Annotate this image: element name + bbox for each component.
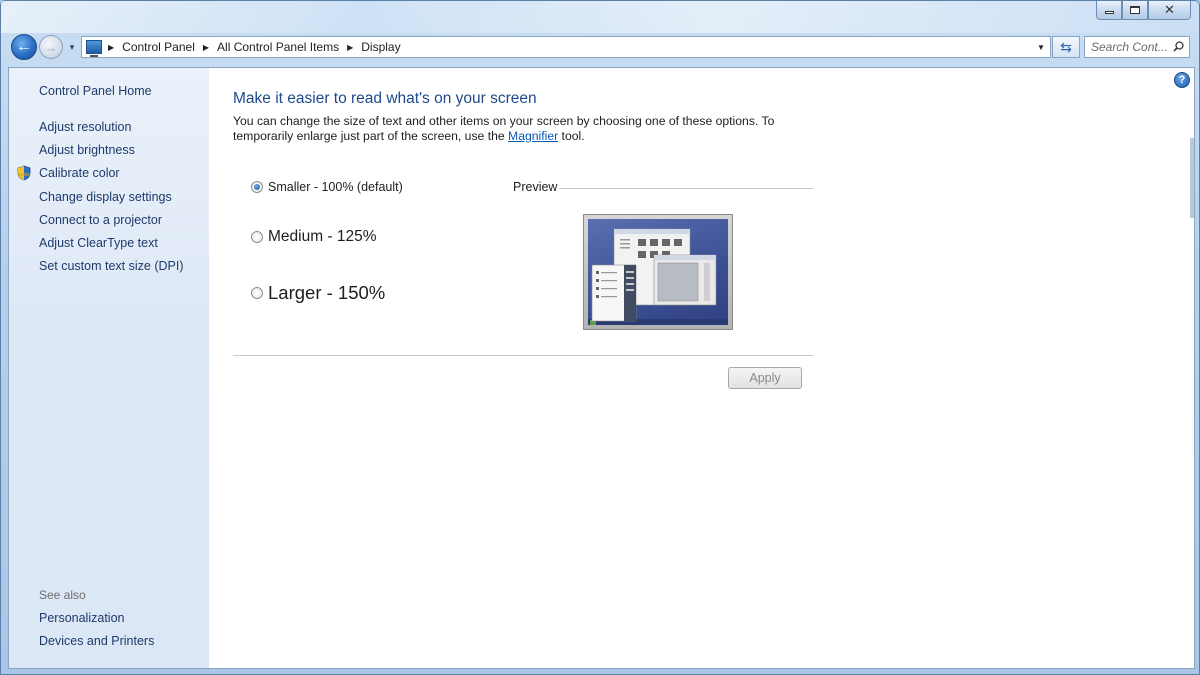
caption-buttons: ✕ [1096, 1, 1191, 20]
breadcrumb-separator-icon[interactable]: ▶ [347, 43, 353, 52]
help-icon[interactable]: ? [1174, 72, 1190, 88]
title-bar[interactable] [1, 1, 1199, 33]
refresh-button[interactable]: ⇆ [1052, 36, 1080, 58]
breadcrumb-control-panel[interactable]: Control Panel [122, 40, 195, 54]
change-display-settings-link[interactable]: Change display settings [39, 190, 172, 204]
magnifier-link[interactable]: Magnifier [508, 129, 558, 143]
adjust-resolution-link[interactable]: Adjust resolution [39, 120, 131, 134]
explorer-window: ✕ ← → ▾ ▶ Control Panel ▶ All Control Pa… [0, 0, 1200, 675]
navigation-bar: ← → ▾ ▶ Control Panel ▶ All Control Pane… [9, 34, 1191, 60]
preview-illustration [588, 228, 728, 325]
page-description: You can change the size of text and othe… [233, 114, 793, 144]
devices-printers-link[interactable]: Devices and Printers [39, 634, 154, 648]
option-larger-label[interactable]: Larger - 150% [268, 282, 385, 304]
minimize-icon [1104, 11, 1114, 14]
forward-arrow-icon: → [44, 39, 58, 55]
radio-larger[interactable] [251, 287, 263, 299]
radio-medium[interactable] [251, 231, 263, 243]
adjust-brightness-link[interactable]: Adjust brightness [39, 143, 135, 157]
address-bar[interactable]: ▶ Control Panel ▶ All Control Panel Item… [81, 36, 1051, 58]
shield-icon [17, 165, 31, 181]
scrollbar[interactable] [1190, 138, 1194, 218]
search-box[interactable] [1084, 36, 1190, 58]
apply-button[interactable]: Apply [728, 367, 802, 389]
control-panel-home-link[interactable]: Control Panel Home [39, 84, 152, 98]
close-icon: ✕ [1164, 2, 1175, 18]
refresh-icon: ⇆ [1060, 38, 1072, 55]
chevron-down-icon: ▾ [69, 41, 75, 52]
custom-text-size-link[interactable]: Set custom text size (DPI) [39, 259, 183, 273]
back-arrow-icon: ← [16, 38, 32, 55]
maximize-button[interactable] [1122, 1, 1148, 20]
breadcrumb-separator-icon[interactable]: ▶ [203, 43, 209, 52]
content-area: Control Panel Home Adjust resolution Adj… [8, 67, 1195, 669]
control-panel-icon [86, 40, 102, 57]
calibrate-color-link[interactable]: Calibrate color [39, 166, 120, 180]
option-smaller-label[interactable]: Smaller - 100% (default) [268, 180, 403, 194]
section-divider [233, 355, 813, 356]
page-title: Make it easier to read what's on your sc… [233, 90, 537, 107]
search-icon[interactable] [1173, 41, 1184, 52]
option-larger[interactable]: Larger - 150% [251, 282, 385, 304]
preview-image [583, 214, 733, 330]
preview-label: Preview [513, 180, 558, 194]
forward-button[interactable]: → [39, 35, 63, 59]
search-input[interactable] [1091, 40, 1169, 54]
connect-projector-link[interactable]: Connect to a projector [39, 213, 162, 227]
option-medium-label[interactable]: Medium - 125% [268, 228, 377, 246]
personalization-link[interactable]: Personalization [39, 611, 124, 625]
chevron-down-icon: ▼ [1037, 42, 1045, 52]
main-panel: Make it easier to read what's on your sc… [233, 68, 1194, 668]
description-text: You can change the size of text and othe… [233, 114, 775, 143]
preview-screen [588, 219, 728, 325]
breadcrumb-display[interactable]: Display [361, 40, 400, 54]
minimize-button[interactable] [1096, 1, 1122, 20]
option-smaller[interactable]: Smaller - 100% (default) [251, 180, 403, 194]
breadcrumb-separator-icon[interactable]: ▶ [108, 43, 114, 52]
radio-smaller[interactable] [251, 181, 263, 193]
adjust-cleartype-link[interactable]: Adjust ClearType text [39, 236, 158, 250]
close-button[interactable]: ✕ [1148, 1, 1191, 20]
see-also-heading: See also [39, 588, 86, 602]
address-dropdown-button[interactable]: ▼ [1032, 37, 1050, 57]
maximize-icon [1130, 6, 1140, 14]
description-text-end: tool. [558, 129, 585, 143]
back-button[interactable]: ← [11, 34, 37, 60]
breadcrumb-all-items[interactable]: All Control Panel Items [217, 40, 339, 54]
task-pane: Control Panel Home Adjust resolution Adj… [9, 68, 209, 668]
preview-divider [559, 188, 813, 189]
option-medium[interactable]: Medium - 125% [251, 228, 377, 246]
recent-pages-button[interactable]: ▾ [66, 41, 78, 53]
